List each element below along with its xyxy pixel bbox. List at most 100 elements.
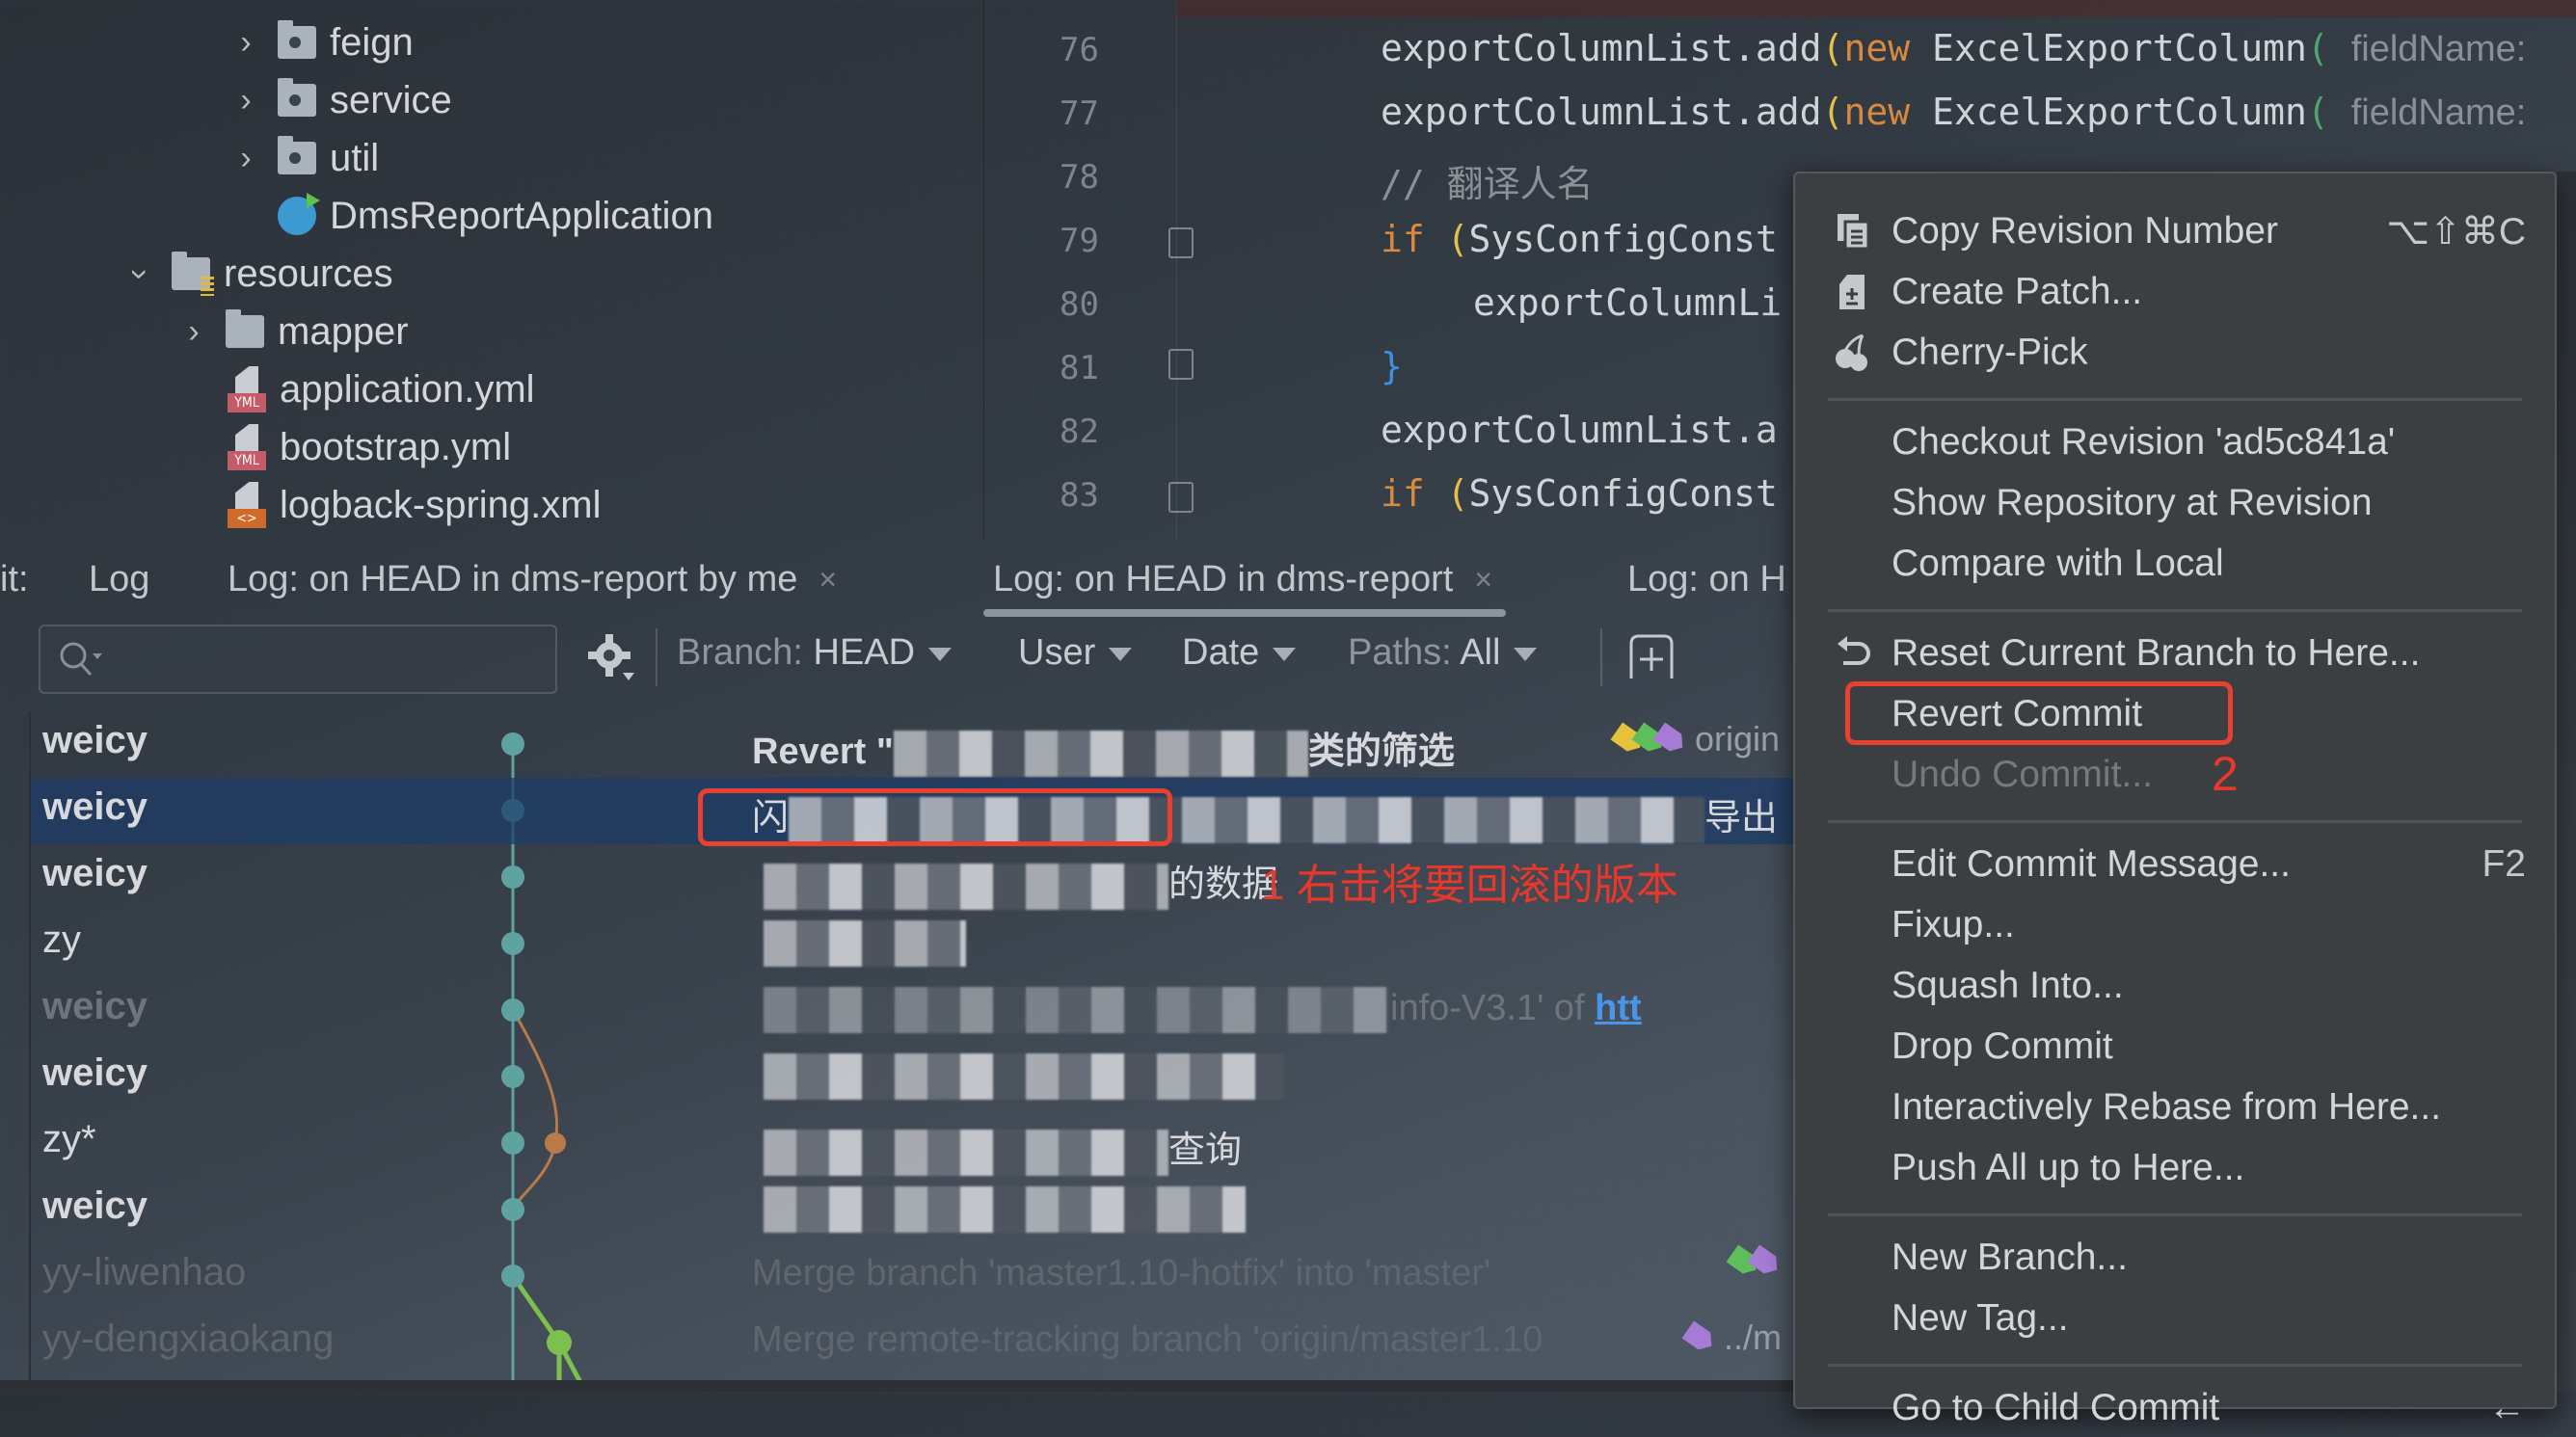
menu-separator xyxy=(1828,609,2522,612)
menu-item-label: Fixup... xyxy=(1892,904,2015,945)
scrollbar[interactable] xyxy=(2557,172,2576,1392)
tab-log-on-head[interactable]: Log: on HEAD in dms-report × xyxy=(982,549,1507,617)
menu-item-new-tag[interactable]: New Tag... xyxy=(1795,1290,2555,1347)
menu-item-push-all-up-to-here[interactable]: Push All up to Here... xyxy=(1795,1139,2555,1197)
line-number: 83 xyxy=(1060,476,1099,515)
commit-row[interactable]: weicy xyxy=(31,1177,1795,1243)
fold-marker-icon[interactable] xyxy=(1168,482,1194,513)
paths-filter-dropdown[interactable]: Paths: All xyxy=(1348,632,1538,674)
menu-item-new-branch[interactable]: New Branch... xyxy=(1795,1229,2555,1287)
commit-row[interactable]: weicy Revert " 类的筛选 origin xyxy=(31,711,1795,778)
fold-marker-icon[interactable] xyxy=(1168,227,1194,258)
chevron-right-icon[interactable]: › xyxy=(231,82,260,120)
commit-message: Merge branch 'master1.10-hotfix' into 'm… xyxy=(752,1253,1491,1293)
menu-item-label: Interactively Rebase from Here... xyxy=(1892,1086,2442,1128)
menu-item-label: Cherry-Pick xyxy=(1892,332,2088,373)
line-number: 79 xyxy=(1060,222,1099,260)
date-filter-dropdown[interactable]: Date xyxy=(1182,632,1297,674)
tree-item-label: logback-spring.xml xyxy=(280,483,602,526)
commit-author: yy-liwenhao xyxy=(42,1251,247,1293)
tree-item-mapper[interactable]: › mapper xyxy=(179,305,409,359)
tree-item-label: feign xyxy=(330,20,414,64)
tag-icon xyxy=(1747,1244,1783,1278)
menu-item-shortcut: ⌥⇧⌘C xyxy=(2386,210,2526,253)
tab-log-by-me[interactable]: Log: on HEAD in dms-report by me × xyxy=(228,549,837,609)
annotation-step-1: 1 右击将要回滚的版本 xyxy=(1261,862,1678,909)
yml-file-icon: YML xyxy=(228,424,266,470)
chevron-down-icon[interactable]: › xyxy=(121,259,159,288)
menu-item-interactively-rebase-from-here[interactable]: Interactively Rebase from Here... xyxy=(1795,1078,2555,1136)
tree-item-label: DmsReportApplication xyxy=(330,194,713,237)
chevron-right-icon[interactable]: › xyxy=(231,140,260,177)
commit-row[interactable]: weicy xyxy=(31,1044,1795,1110)
commit-link[interactable]: htt xyxy=(1595,988,1642,1028)
patch-icon xyxy=(1834,273,1872,311)
menu-item-show-repository-at-revision[interactable]: Show Repository at Revision xyxy=(1795,474,2555,532)
menu-item-undo-commit: Undo Commit... 2 xyxy=(1795,746,2555,804)
menu-item-shortcut: ← xyxy=(2488,1387,2526,1428)
menu-separator xyxy=(1828,398,2522,401)
tab-log[interactable]: Log xyxy=(89,549,149,609)
close-tab-icon[interactable]: × xyxy=(1474,562,1492,598)
tree-item-service[interactable]: › service xyxy=(231,73,452,127)
menu-item-compare-with-local[interactable]: Compare with Local xyxy=(1795,535,2555,593)
menu-item-label: Edit Commit Message... xyxy=(1892,843,2291,885)
menu-item-squash-into[interactable]: Squash Into... xyxy=(1795,957,2555,1015)
dropdown-caret-icon xyxy=(1273,647,1297,661)
code-line-79: if (SysConfigConst xyxy=(1381,218,1778,260)
tree-item-bootstrap-yml[interactable]: YML bootstrap.yml xyxy=(228,420,511,474)
tree-item-label: application.yml xyxy=(280,367,535,411)
menu-item-label: Push All up to Here... xyxy=(1892,1147,2245,1188)
fold-marker-icon[interactable] xyxy=(1168,349,1194,380)
commit-author: weicy xyxy=(42,1184,148,1227)
tree-item-logback-spring-xml[interactable]: <> logback-spring.xml xyxy=(228,478,601,532)
chevron-right-icon[interactable]: › xyxy=(231,24,260,62)
menu-item-fixup[interactable]: Fixup... xyxy=(1795,896,2555,954)
close-tab-icon[interactable]: × xyxy=(818,562,837,598)
tree-item-feign[interactable]: › feign xyxy=(231,15,414,69)
search-input[interactable] xyxy=(39,625,557,694)
tree-item-application-yml[interactable]: YML application.yml xyxy=(228,362,535,416)
settings-gear-icon[interactable] xyxy=(584,628,638,686)
tab-log-on-h[interactable]: Log: on H xyxy=(1627,549,1786,609)
user-filter-dropdown[interactable]: User xyxy=(1018,632,1133,674)
commit-row[interactable]: zy* 查询 xyxy=(31,1110,1795,1177)
menu-item-drop-commit[interactable]: Drop Commit xyxy=(1795,1018,2555,1076)
menu-item-revert-commit[interactable]: Revert Commit xyxy=(1795,681,2555,745)
menu-separator xyxy=(1828,1364,2522,1367)
tree-item-util[interactable]: › util xyxy=(231,131,379,185)
tree-item-dmsreportapplication[interactable]: DmsReportApplication xyxy=(278,189,713,243)
line-number: 78 xyxy=(1060,158,1099,197)
commit-message: Revert " 类的筛选 xyxy=(752,721,1455,777)
new-tab-icon[interactable] xyxy=(1625,628,1679,686)
commit-row[interactable]: yy-liwenhao Merge branch 'master1.10-hot… xyxy=(31,1243,1795,1310)
branch-filter-dropdown[interactable]: Branch: HEAD xyxy=(677,632,953,674)
menu-item-label: Show Repository at Revision xyxy=(1892,482,2373,523)
reset-icon xyxy=(1834,634,1872,673)
log-toolbar: Branch: HEAD User Date Paths: All xyxy=(0,625,1812,696)
menu-item-copy-revision-number[interactable]: Copy Revision Number ⌥⇧⌘C xyxy=(1795,202,2555,260)
resources-folder-icon xyxy=(172,252,214,296)
toolbar-divider xyxy=(1600,628,1602,686)
commit-row[interactable]: yy-dengxiaokang Merge remote-tracking br… xyxy=(31,1310,1795,1376)
menu-item-cherry-pick[interactable]: Cherry-Pick xyxy=(1795,324,2555,382)
commit-message xyxy=(764,920,966,967)
commit-row[interactable]: weicy info-V3.1' of htt xyxy=(31,977,1795,1044)
menu-item-reset-current-branch-to-here[interactable]: Reset Current Branch to Here... xyxy=(1795,625,2555,682)
tree-item-label: service xyxy=(330,78,452,121)
log-tab-bar: it: Log Log: on HEAD in dms-report by me… xyxy=(0,549,1812,617)
commit-row[interactable]: zy xyxy=(31,911,1795,977)
menu-item-go-to-child-commit[interactable]: Go to Child Commit ← xyxy=(1795,1379,2555,1437)
chevron-right-icon[interactable]: › xyxy=(179,313,208,351)
menu-item-label: Drop Commit xyxy=(1892,1025,2113,1067)
menu-item-create-patch[interactable]: Create Patch... xyxy=(1795,263,2555,321)
commit-author: weicy xyxy=(42,785,148,828)
menu-item-edit-commit-message[interactable]: Edit Commit Message... F2 xyxy=(1795,836,2555,893)
code-line-80: exportColumnLi xyxy=(1473,281,1783,324)
menu-separator xyxy=(1828,820,2522,823)
tag-icon xyxy=(1652,722,1688,756)
menu-item-label: New Tag... xyxy=(1892,1297,2069,1339)
commit-author: weicy xyxy=(42,719,148,761)
tree-item-resources[interactable]: › resources xyxy=(122,247,393,301)
menu-item-checkout-revision-ad5c841a[interactable]: Checkout Revision 'ad5c841a' xyxy=(1795,413,2555,471)
